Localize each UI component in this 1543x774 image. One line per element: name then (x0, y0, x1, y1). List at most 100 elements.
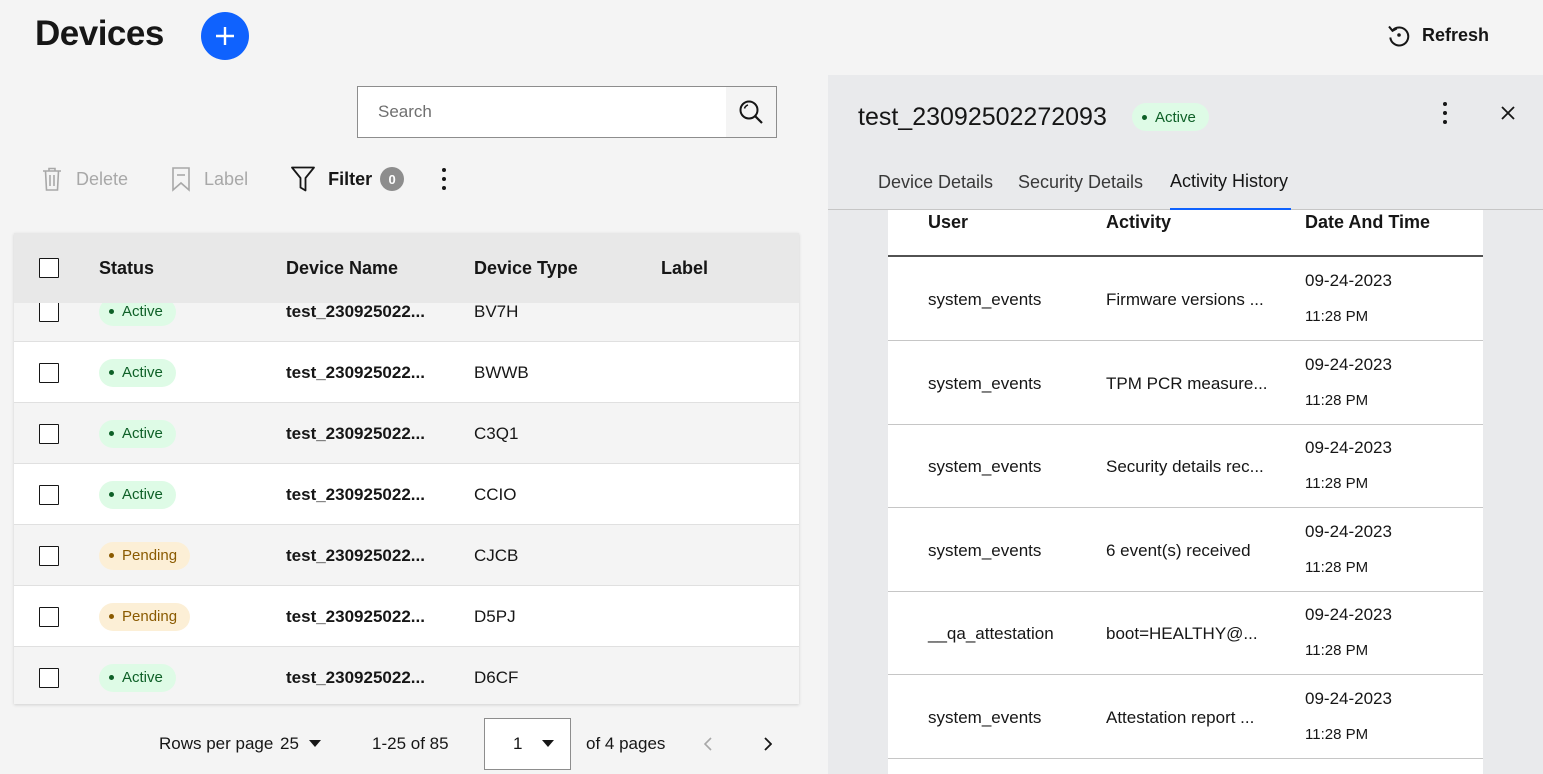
activity-user: system_events (928, 707, 1042, 727)
activity-text: Attestation report ... (1106, 707, 1255, 727)
activity-user: system_events (928, 289, 1042, 309)
activity-date: 09-24-2023 (1305, 522, 1392, 541)
next-page-button[interactable] (764, 718, 774, 770)
activity-date: 09-24-2023 (1305, 438, 1392, 457)
tab-security-details[interactable]: Security Details (1018, 155, 1143, 210)
activity-text: 6 event(s) received (1106, 540, 1251, 560)
row-checkbox[interactable] (39, 545, 59, 566)
row-checkbox[interactable] (39, 362, 59, 383)
tab-device-details[interactable]: Device Details (878, 155, 993, 210)
activity-user: system_events (928, 456, 1042, 476)
device-type-cell: D5PJ (474, 606, 516, 626)
activity-date: 09-24-2023 (1305, 605, 1392, 624)
table-row[interactable]: Active test_230925022... D6CF (14, 647, 799, 704)
status-label: Pending (122, 608, 178, 625)
device-detail-panel: test_23092502272093 Active Device Detail… (828, 75, 1543, 774)
activity-row[interactable]: __qa_attestation boot=HEALTHY@... 09-24-… (888, 592, 1483, 675)
activity-date: 09-24-2023 (1305, 355, 1392, 374)
toolbar-more-button[interactable] (432, 163, 456, 195)
page-number-value: 1 (513, 734, 523, 753)
table-body: Active test_230925022... BV7H Active tes… (14, 281, 799, 704)
panel-status-label: Active (1155, 108, 1196, 126)
column-header-device-name[interactable]: Device Name (286, 233, 398, 303)
device-name-cell[interactable]: test_230925022... (286, 525, 425, 586)
activity-time: 11:28 PM (1305, 726, 1369, 743)
caret-down-icon (308, 740, 321, 747)
table-header: Status Device Name Device Type Label (14, 233, 799, 303)
table-toolbar: Delete Label Filter 0 (40, 160, 456, 198)
activity-row[interactable]: system_events Firmware versions ... 09-2… (888, 258, 1483, 341)
pagination: Rows per page 25 1-25 of 85 1 of 4 pages (14, 718, 799, 770)
status-label: Active (122, 425, 163, 442)
table-row[interactable]: Active test_230925022... BWWB (14, 342, 799, 403)
column-header-label[interactable]: Label (661, 233, 708, 303)
table-row[interactable]: Active test_230925022... CCIO (14, 464, 799, 525)
row-checkbox[interactable] (39, 606, 59, 627)
panel-device-name: test_23092502272093 (858, 103, 1107, 131)
panel-more-button[interactable] (1433, 97, 1457, 129)
status-label: Pending (122, 547, 178, 564)
rows-per-page-select[interactable]: 25 (280, 718, 321, 770)
activity-time: 11:28 PM (1305, 475, 1369, 492)
row-checkbox[interactable] (39, 423, 59, 444)
tab-activity-history[interactable]: Activity History (1170, 155, 1291, 210)
status-badge: Pending (99, 602, 191, 631)
label-button[interactable]: Label (170, 166, 248, 192)
previous-page-button[interactable] (704, 718, 714, 770)
panel-tabs: Device Details Security Details Activity… (828, 155, 1543, 210)
plus-icon (216, 27, 234, 45)
delete-button[interactable]: Delete (40, 166, 128, 192)
status-badge: Active (99, 358, 176, 387)
status-badge: Active (99, 663, 176, 692)
row-checkbox[interactable] (39, 484, 59, 505)
column-header-device-type[interactable]: Device Type (474, 233, 578, 303)
device-type-cell: D6CF (474, 667, 519, 687)
activity-date: 09-24-2023 (1305, 689, 1392, 708)
filter-label: Filter (328, 168, 373, 189)
rows-per-page-value: 25 (280, 734, 299, 753)
device-name-cell[interactable]: test_230925022... (286, 403, 425, 464)
page-number-select[interactable]: 1 (484, 718, 571, 770)
activity-time: 11:28 PM (1305, 308, 1369, 325)
page-range: 1-25 of 85 (372, 734, 449, 753)
status-badge: Active (99, 419, 176, 448)
status-label: Active (122, 669, 163, 686)
search-button[interactable] (726, 87, 776, 137)
device-name-cell[interactable]: test_230925022... (286, 647, 425, 704)
chevron-right-icon (764, 737, 772, 751)
devices-table: Active test_230925022... BV7H Active tes… (14, 233, 799, 704)
activity-time: 11:28 PM (1305, 559, 1369, 576)
activity-time: 11:28 PM (1305, 392, 1369, 409)
device-name-cell[interactable]: test_230925022... (286, 586, 425, 647)
add-device-button[interactable] (201, 12, 249, 60)
device-name-cell[interactable]: test_230925022... (286, 464, 425, 525)
refresh-button[interactable]: Refresh (1386, 20, 1489, 50)
table-row[interactable]: Active test_230925022... C3Q1 (14, 403, 799, 464)
status-badge: Pending (99, 541, 191, 570)
activity-history-table: User Activity Date And Time system_event… (888, 210, 1483, 774)
table-row[interactable]: Pending test_230925022... CJCB (14, 525, 799, 586)
filter-icon (291, 166, 315, 192)
column-header-user: User (928, 212, 969, 232)
device-type-cell: C3Q1 (474, 423, 519, 443)
refresh-label: Refresh (1422, 24, 1490, 45)
activity-row[interactable]: system_events Security details rec... 09… (888, 425, 1483, 508)
delete-label: Delete (76, 168, 129, 189)
row-checkbox[interactable] (39, 301, 59, 322)
activity-date: 09-24-2023 (1305, 271, 1392, 290)
select-all-checkbox[interactable] (39, 258, 59, 278)
search-input[interactable] (358, 87, 726, 137)
panel-close-button[interactable] (1496, 101, 1520, 125)
activity-text: TPM PCR measure... (1106, 373, 1268, 393)
table-row[interactable]: Pending test_230925022... D5PJ (14, 586, 799, 647)
label-button-label: Label (204, 168, 249, 189)
activity-row[interactable]: system_events TPM PCR measure... 09-24-2… (888, 342, 1483, 425)
device-type-cell: BWWB (474, 362, 529, 382)
activity-row[interactable]: system_events 6 event(s) received 09-24-… (888, 509, 1483, 592)
column-header-status[interactable]: Status (99, 233, 154, 303)
filter-button[interactable]: Filter 0 (290, 165, 405, 193)
device-name-cell[interactable]: test_230925022... (286, 342, 425, 403)
row-checkbox[interactable] (39, 667, 59, 688)
overflow-menu-icon (442, 168, 447, 190)
activity-row[interactable]: system_events Attestation report ... 09-… (888, 676, 1483, 759)
